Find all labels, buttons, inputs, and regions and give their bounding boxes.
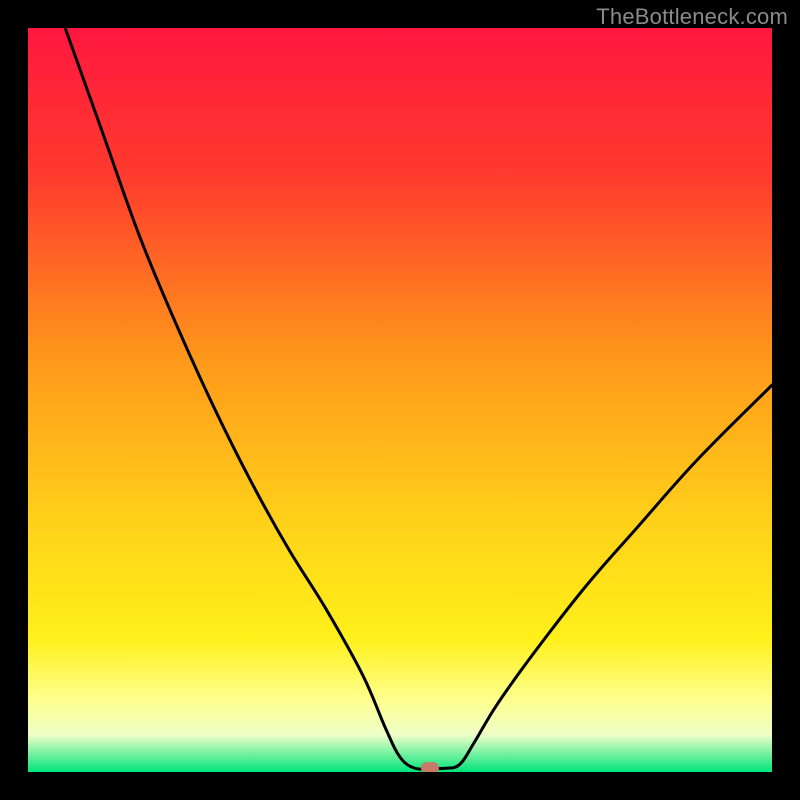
gradient-background	[28, 28, 772, 772]
plot-area	[28, 28, 772, 772]
chart-frame: TheBottleneck.com	[0, 0, 800, 800]
chart-svg	[28, 28, 772, 772]
watermark-text: TheBottleneck.com	[596, 4, 788, 30]
optimum-marker	[421, 762, 439, 772]
